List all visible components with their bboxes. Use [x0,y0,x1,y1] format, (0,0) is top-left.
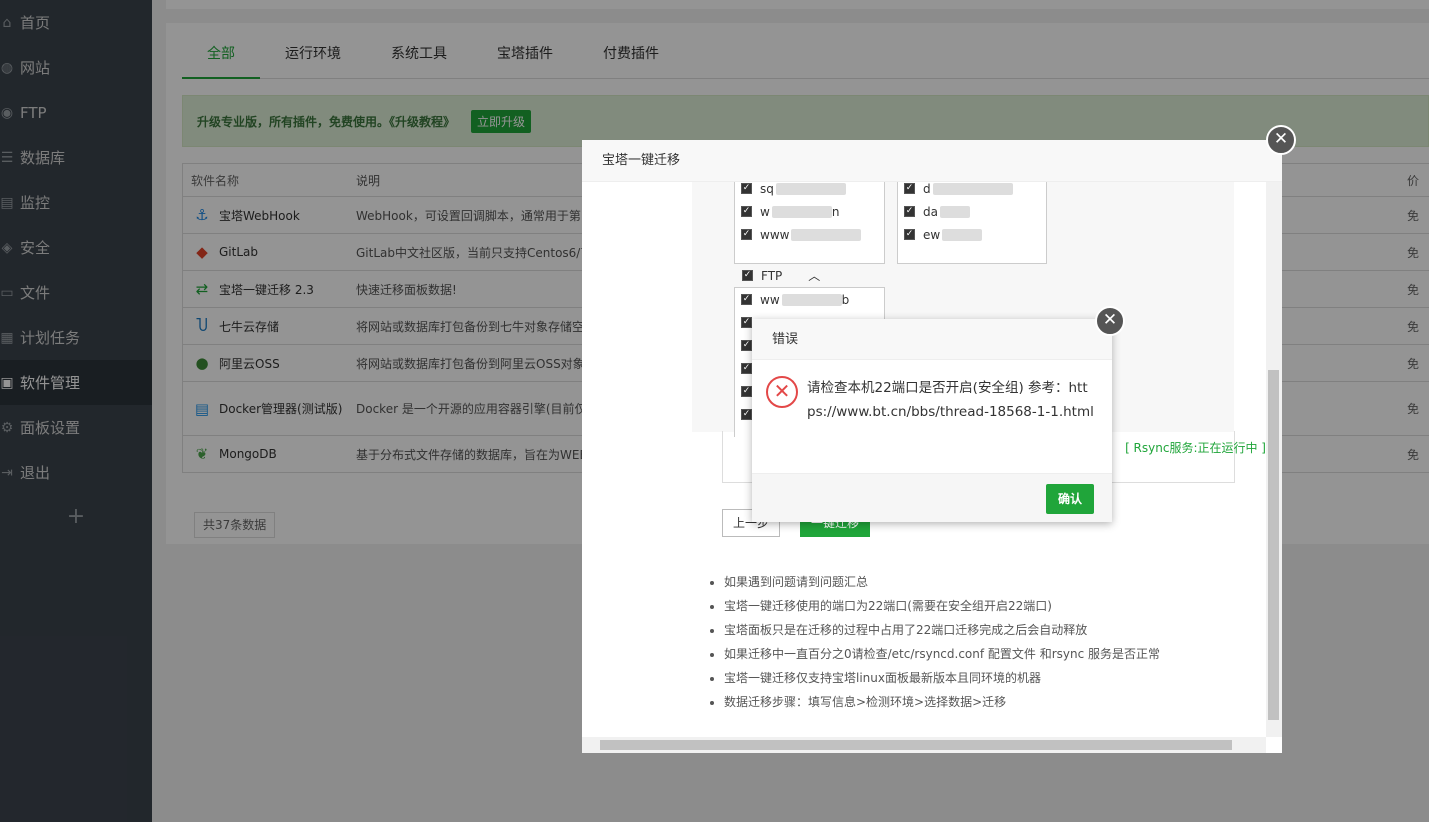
ftp-label: FTP [761,268,783,283]
checkbox-icon[interactable]: ✓ [904,183,915,194]
site-list[interactable]: ✓ sq ✓ w n ✓ www [734,182,885,264]
confirm-button[interactable]: 确认 [1046,484,1094,514]
list-item[interactable]: ✓ w n [735,200,884,223]
redacted-text [939,205,970,218]
redacted-text [932,182,1013,195]
tip-item: 宝塔一键迁移使用的端口为22端口(需要在安全组开启22端口) [724,594,1160,618]
list-item[interactable]: ✓ sq [735,182,884,200]
error-close-icon[interactable]: ✕ [1095,306,1125,336]
tip-item: 宝塔面板只是在迁移的过程中占用了22端口迁移完成之后会自动释放 [724,618,1160,642]
list-item[interactable]: ✓ da [898,200,1046,223]
list-item-text: da [923,204,938,219]
ftp-group-header[interactable]: ✓ FTP ︿ [742,264,820,287]
ftp-checkbox[interactable]: ✓ [742,264,761,287]
list-item-text: ww [760,292,780,307]
error-icon: ✕ [766,376,798,408]
redacted-text [791,228,862,241]
error-footer: 确认 [752,473,1112,522]
checkbox-icon[interactable]: ✓ [741,229,752,240]
migrate-dialog-title: 宝塔一键迁移 [582,140,1282,182]
list-item-text: www [760,227,790,242]
list-item[interactable]: ✓ d [898,182,1046,200]
checkbox-icon[interactable]: ✓ [741,409,752,420]
rsync-status: [ Rsync服务:正在运行中 ] [1125,441,1266,455]
checkbox-icon[interactable]: ✓ [741,183,752,194]
error-message: 请检查本机22端口是否开启(安全组) 参考：https://www.bt.cn/… [807,380,1094,420]
list-item-text: ew [923,227,941,242]
list-item[interactable]: ✓ www [735,223,884,246]
database-list[interactable]: ✓ d ✓ da ✓ ew [897,182,1047,264]
checkbox-icon[interactable]: ✓ [741,363,752,374]
checkbox-icon[interactable]: ✓ [741,206,752,217]
horizontal-scroll-thumb[interactable] [600,740,1232,750]
checkbox-icon[interactable]: ✓ [741,386,752,397]
list-item-tail: b [841,292,850,307]
vertical-scrollbar[interactable] [1266,182,1282,737]
checkbox-icon[interactable]: ✓ [741,317,752,328]
migrate-close-icon[interactable]: ✕ [1266,125,1296,155]
list-item[interactable]: ✓ ww b [735,288,884,311]
chevron-up-icon[interactable]: ︿ [808,267,820,284]
list-item-text: d [923,182,931,196]
checkbox-icon[interactable]: ✓ [904,206,915,217]
error-body: ✕ 请检查本机22端口是否开启(安全组) 参考：https://www.bt.c… [752,360,1112,473]
tip-item: 宝塔一键迁移仅支持宝塔linux面板最新版本且同环境的机器 [724,666,1160,690]
migrate-tips: 如果遇到问题请到问题汇总宝塔一键迁移使用的端口为22端口(需要在安全组开启22端… [724,570,1160,714]
tip-item: 数据迁移步骤：填写信息>检测环境>选择数据>迁移 [724,690,1160,714]
tip-item[interactable]: 如果遇到问题请到问题汇总 [724,570,1160,594]
error-dialog-title: 错误 [752,319,1112,360]
checkbox-icon[interactable]: ✓ [741,340,752,351]
list-item-text: sq [760,182,774,196]
tip-item: 如果迁移中一直百分之0请检查/etc/rsyncd.conf 配置文件 和rsy… [724,642,1160,666]
error-dialog: 错误 ✕ ✕ 请检查本机22端口是否开启(安全组) 参考：https://www… [752,306,1125,522]
list-item-tail: n [831,204,840,219]
checkbox-icon[interactable]: ✓ [741,294,752,305]
vertical-scroll-thumb[interactable] [1268,370,1279,720]
horizontal-scrollbar[interactable] [582,737,1266,753]
redacted-text [781,293,842,306]
redacted-text [771,205,832,218]
list-item[interactable]: ✓ ew [898,223,1046,246]
redacted-text [775,182,846,195]
list-item-text: w [760,204,770,219]
redacted-text [942,228,983,241]
checkbox-icon[interactable]: ✓ [904,229,915,240]
